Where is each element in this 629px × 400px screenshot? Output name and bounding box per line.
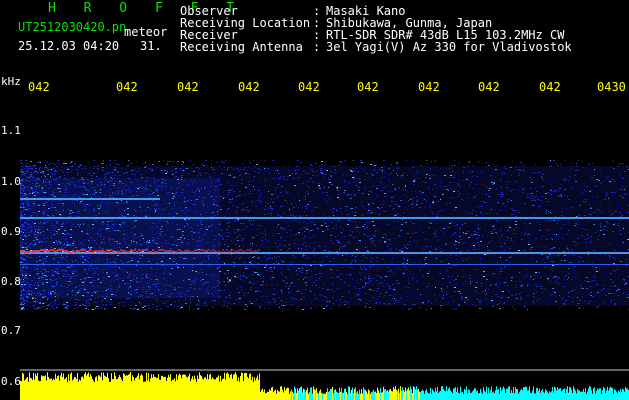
time-tick-1: 042 xyxy=(28,80,50,94)
y-tick-1-1: 1.1 xyxy=(1,124,21,137)
y-tick-0-6: 0.6 xyxy=(1,375,21,388)
antenna-colon: : xyxy=(313,40,321,54)
time-tick-8: 042 xyxy=(478,80,500,94)
capture-datetime: 25.12.03 04:20 xyxy=(18,39,120,53)
spectrogram-view: H R O F F T UT2512030420.pn meteor 25.12… xyxy=(0,0,629,400)
time-tick-2: 042 xyxy=(116,80,138,94)
y-tick-0-9: 0.9 xyxy=(1,225,21,238)
time-tick-7: 042 xyxy=(418,80,440,94)
capture-seconds: 31. xyxy=(140,39,162,53)
noise-field xyxy=(20,160,629,310)
antenna-value: 3el Yagi(V) Az 330 for Vladivostok xyxy=(326,40,572,54)
time-tick-10: 0430 xyxy=(597,80,626,94)
y-tick-0-8: 0.8 xyxy=(1,275,21,288)
frequency-unit-label: kHz xyxy=(1,75,21,88)
file-name: UT2512030420.pn xyxy=(18,20,127,34)
time-tick-9: 042 xyxy=(539,80,561,94)
category-label: meteor xyxy=(124,25,168,39)
time-tick-3: 042 xyxy=(177,80,199,94)
time-tick-6: 042 xyxy=(357,80,379,94)
time-tick-5: 042 xyxy=(298,80,320,94)
y-tick-1-0: 1.0 xyxy=(1,175,21,188)
time-tick-4: 042 xyxy=(238,80,260,94)
y-tick-0-7: 0.7 xyxy=(1,324,21,337)
spectrogram-plot xyxy=(20,98,629,400)
antenna-label: Receiving Antenna xyxy=(180,40,303,54)
